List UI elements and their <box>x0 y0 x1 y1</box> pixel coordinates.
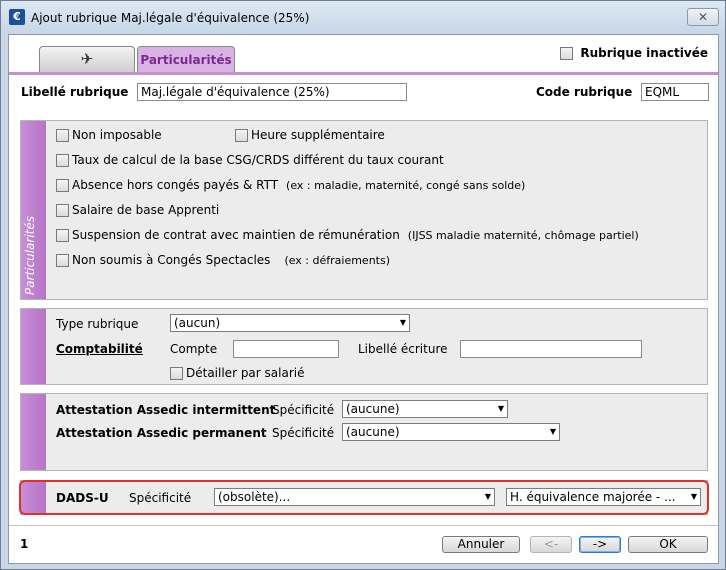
dialog-window: € Ajout rubrique Maj.légale d'équivalenc… <box>0 0 726 570</box>
assedic-intermittent-label: Attestation Assedic intermittent <box>56 403 276 417</box>
checkbox-icon <box>235 129 248 142</box>
particularites-side-label: Particularités <box>23 215 37 295</box>
next-button[interactable]: -> <box>579 536 621 553</box>
salaire-apprenti-checkbox[interactable]: Salaire de base Apprenti <box>56 203 219 217</box>
page-number: 1 <box>20 537 29 551</box>
checkbox-label: Détailler par salarié <box>186 366 305 380</box>
comptabilite-panel: Type rubrique (aucun) ▼ Comptabilité Comp… <box>20 308 708 385</box>
assedic-permanent-value: (aucune) <box>346 425 400 439</box>
assedic-permanent-label: Attestation Assedic permanent <box>56 426 267 440</box>
tab-particularites[interactable]: Particularités <box>137 46 235 72</box>
absence-hors-cp-checkbox[interactable]: Absence hors congés payés & RTT (ex : mal… <box>56 178 525 192</box>
tab-bar: ✈ Particularités Rubrique inactivée <box>9 35 718 75</box>
checkbox-label: Suspension de contrat avec maintien de r… <box>72 228 400 242</box>
title-bar: € Ajout rubrique Maj.légale d'équivalenc… <box>1 1 725 33</box>
app-icon: € <box>9 9 25 25</box>
checkbox-note: (IJSS maladie maternité, chômage partiel… <box>407 229 639 242</box>
checkbox-icon <box>170 367 183 380</box>
dads-highlight-outline <box>19 480 709 515</box>
particularites-side-bar: Particularités <box>21 121 46 299</box>
dropdown-arrow-icon: ▼ <box>549 427 556 436</box>
checkbox-icon <box>56 129 69 142</box>
particularites-panel: Particularités Non imposable Heure suppl… <box>20 120 708 300</box>
libelle-ecriture-field[interactable] <box>460 340 642 358</box>
checkbox-icon <box>56 179 69 192</box>
type-rubrique-value: (aucun) <box>174 316 221 330</box>
checkbox-note: (ex : défraiements) <box>284 254 391 267</box>
rubrique-inactivee-label: Rubrique inactivée <box>580 46 708 60</box>
assedic-side-bar <box>21 394 46 470</box>
dropdown-arrow-icon: ▼ <box>497 404 504 413</box>
assedic-intermittent-spec-label: Spécificité <box>272 403 335 417</box>
code-rubrique-field[interactable]: EQML <box>641 83 709 101</box>
comptabilite-side-bar <box>21 309 46 384</box>
airplane-icon: ✈ <box>80 50 94 68</box>
checkbox-icon <box>56 229 69 242</box>
dropdown-arrow-icon: ▼ <box>399 318 406 327</box>
assedic-permanent-select[interactable]: (aucune) ▼ <box>342 423 560 441</box>
checkbox-icon <box>56 154 69 167</box>
non-imposable-checkbox[interactable]: Non imposable <box>56 128 162 142</box>
ok-button[interactable]: OK <box>628 536 708 553</box>
libelle-rubrique-label: Libellé rubrique <box>21 85 129 99</box>
previous-button[interactable]: <- <box>530 536 572 553</box>
footer-bar: 1 Annuler <- -> OK <box>9 525 718 563</box>
comptabilite-link[interactable]: Comptabilité <box>56 342 143 356</box>
cancel-button[interactable]: Annuler <box>442 536 520 553</box>
checkbox-label: Non imposable <box>72 128 162 142</box>
checkbox-label: Absence hors congés payés & RTT <box>72 178 279 192</box>
detailler-salarie-checkbox[interactable]: Détailler par salarié <box>170 366 304 380</box>
heure-supplementaire-checkbox[interactable]: Heure supplémentaire <box>235 128 385 142</box>
type-rubrique-select[interactable]: (aucun) ▼ <box>170 314 410 332</box>
checkbox-icon <box>56 254 69 267</box>
assedic-intermittent-value: (aucune) <box>346 402 400 416</box>
compte-label: Compte <box>170 342 218 356</box>
libelle-ecriture-label: Libellé écriture <box>358 342 448 356</box>
type-rubrique-label: Type rubrique <box>56 317 139 331</box>
checkbox-label: Salaire de base Apprenti <box>72 203 220 217</box>
tab-general[interactable]: ✈ <box>39 46 135 72</box>
checkbox-icon <box>56 204 69 217</box>
checkbox-icon <box>560 47 574 60</box>
taux-csg-crds-checkbox[interactable]: Taux de calcul de la base CSG/CRDS diffé… <box>56 153 444 167</box>
suspension-contrat-checkbox[interactable]: Suspension de contrat avec maintien de r… <box>56 228 639 242</box>
close-button[interactable]: ✕ <box>687 8 719 26</box>
checkbox-label: Taux de calcul de la base CSG/CRDS diffé… <box>72 153 444 167</box>
code-rubrique-label: Code rubrique <box>536 85 633 99</box>
libelle-rubrique-field[interactable]: Maj.légale d'équivalence (25%) <box>137 83 407 101</box>
checkbox-label: Heure supplémentaire <box>251 128 385 142</box>
assedic-panel: Attestation Assedic intermittent Spécifi… <box>20 393 708 471</box>
rubrique-inactivee-checkbox[interactable]: Rubrique inactivée <box>560 46 708 60</box>
compte-field[interactable] <box>233 340 339 358</box>
dialog-client: ✈ Particularités Rubrique inactivée Libe… <box>8 34 719 564</box>
window-title: Ajout rubrique Maj.légale d'équivalence … <box>31 11 310 25</box>
assedic-permanent-spec-label: Spécificité <box>272 426 335 440</box>
checkbox-note: (ex : maladie, maternité, congé sans sol… <box>286 179 526 192</box>
assedic-intermittent-select[interactable]: (aucune) ▼ <box>342 400 508 418</box>
non-soumis-conges-checkbox[interactable]: Non soumis à Congés Spectacles (ex : défr… <box>56 253 390 267</box>
checkbox-label: Non soumis à Congés Spectacles <box>72 253 271 267</box>
header-strip: Libellé rubrique Maj.légale d'équivalenc… <box>9 75 718 103</box>
